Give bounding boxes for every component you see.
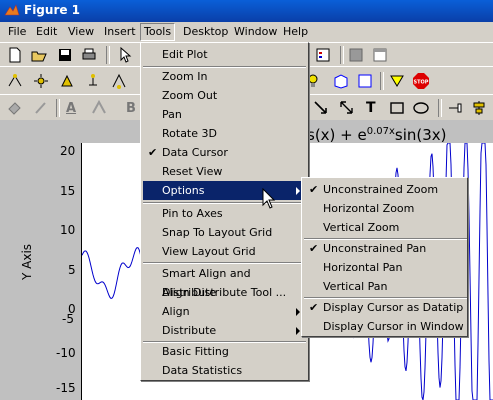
submenu-arrow-icon xyxy=(296,308,300,316)
check-icon: ✔ xyxy=(309,242,319,255)
menu-view[interactable]: View xyxy=(68,25,94,38)
ytick-label: 20 xyxy=(60,144,76,158)
plot-title: s(x) + e0.07xsin(3x) xyxy=(307,126,447,144)
options-submenu: ✔ Unconstrained Zoom Horizontal Zoom Vert… xyxy=(301,177,468,337)
menu-item-zoom-in[interactable]: Zoom In xyxy=(143,67,306,86)
window-title: Figure 1 xyxy=(24,3,81,17)
check-icon: ✔ xyxy=(309,183,319,196)
mouse-cursor-icon xyxy=(262,188,276,209)
save-icon[interactable] xyxy=(56,46,74,64)
matlab-logo-icon xyxy=(4,4,20,16)
dolly-camera-icon[interactable] xyxy=(84,72,102,90)
menu-item-horizontal-pan[interactable]: Horizontal Pan xyxy=(304,258,465,277)
menu-edit[interactable]: Edit xyxy=(36,25,57,38)
menu-desktop[interactable]: Desktop xyxy=(183,25,228,38)
menu-item-snap-to-layout-grid[interactable]: Snap To Layout Grid xyxy=(143,223,306,242)
toolbar-separator xyxy=(106,46,110,64)
orbit-light-icon[interactable] xyxy=(32,72,50,90)
y-axis-label: Y Axis xyxy=(20,243,34,280)
toolbar-separator xyxy=(56,99,60,117)
align-tool-icon[interactable] xyxy=(470,99,488,117)
menu-tools[interactable]: Tools xyxy=(140,23,176,41)
stop-icon[interactable]: STOP xyxy=(412,72,430,90)
check-icon: ✔ xyxy=(148,146,158,159)
menu-file[interactable]: File xyxy=(8,25,26,38)
print-icon[interactable] xyxy=(80,46,98,64)
move-camera-icon[interactable] xyxy=(110,72,128,90)
menu-insert[interactable]: Insert xyxy=(104,25,136,38)
toolbar-separator xyxy=(438,99,442,117)
legend-icon[interactable] xyxy=(314,46,332,64)
menu-item-options[interactable]: Options xyxy=(143,181,306,200)
orbit-camera-icon[interactable] xyxy=(6,72,24,90)
menu-item-unconstrained-zoom[interactable]: ✔ Unconstrained Zoom xyxy=(304,180,465,199)
title-bar: Figure 1 xyxy=(0,0,493,22)
font-icon[interactable] xyxy=(90,99,108,117)
double-arrow-tool-icon[interactable] xyxy=(338,99,356,117)
menu-window[interactable]: Window xyxy=(234,25,277,38)
projection-icon[interactable] xyxy=(332,72,350,90)
camera-motion-icon[interactable] xyxy=(388,72,406,90)
menu-item-zoom-out[interactable]: Zoom Out xyxy=(143,86,306,105)
menu-item-reset-view[interactable]: Reset View xyxy=(143,162,306,181)
plot-title-head: s(x) + e xyxy=(307,126,367,144)
ellipse-tool-icon[interactable] xyxy=(412,99,430,117)
menu-item-vertical-zoom[interactable]: Vertical Zoom xyxy=(304,218,465,237)
ytick-label: 15 xyxy=(60,184,76,198)
edge-color-icon[interactable] xyxy=(32,99,50,117)
plot-title-exponent: 0.07x xyxy=(366,126,395,137)
menu-bar: File Edit View Insert Tools Desktop Wind… xyxy=(0,22,493,42)
menu-item-align-distribute-tool[interactable]: Align Distribute Tool ... xyxy=(143,283,306,302)
ytick-label: -10 xyxy=(56,346,76,360)
menu-item-display-cursor-as-datatip[interactable]: ✔ Display Cursor as Datatip xyxy=(304,298,465,317)
menu-help[interactable]: Help xyxy=(283,25,308,38)
menu-item-vertical-pan[interactable]: Vertical Pan xyxy=(304,277,465,296)
menu-item-data-statistics[interactable]: Data Statistics xyxy=(143,361,306,380)
text-color-tool[interactable]: A xyxy=(66,101,76,116)
menu-item-pan[interactable]: Pan xyxy=(143,105,306,124)
plot-title-tail: sin(3x) xyxy=(394,126,447,144)
tools-menu: Edit Plot Zoom In Zoom Out Pan Rotate 3D… xyxy=(140,42,309,381)
toolbar-separator xyxy=(340,46,344,64)
bold-tool[interactable]: B xyxy=(126,101,136,116)
show-plot-tools-icon[interactable] xyxy=(371,46,389,64)
menu-item-unconstrained-pan[interactable]: ✔ Unconstrained Pan xyxy=(304,239,465,258)
text-tool[interactable]: T xyxy=(366,100,376,116)
menu-item-align[interactable]: Align xyxy=(143,302,306,321)
menu-item-edit-plot[interactable]: Edit Plot xyxy=(143,45,306,64)
submenu-arrow-icon xyxy=(296,187,300,195)
toolbar-separator xyxy=(380,72,384,90)
menu-item-pin-to-axes[interactable]: Pin to Axes xyxy=(143,204,306,223)
edit-plot-arrow-icon[interactable] xyxy=(116,46,134,64)
scene-light-icon[interactable] xyxy=(356,72,374,90)
menu-item-view-layout-grid[interactable]: View Layout Grid xyxy=(143,242,306,261)
arrow-tool-icon[interactable] xyxy=(312,99,330,117)
menu-item-display-cursor-in-window[interactable]: Display Cursor in Window xyxy=(304,317,465,336)
submenu-arrow-icon xyxy=(296,327,300,335)
open-file-icon[interactable] xyxy=(30,46,48,64)
menu-item-horizontal-zoom[interactable]: Horizontal Zoom xyxy=(304,199,465,218)
check-icon: ✔ xyxy=(309,301,319,314)
menu-item-data-cursor[interactable]: ✔ Data Cursor xyxy=(143,143,306,162)
pan-camera-icon[interactable] xyxy=(58,72,76,90)
stop-label: STOP xyxy=(414,80,429,86)
ytick-label: 5 xyxy=(68,263,76,277)
menu-item-distribute[interactable]: Distribute xyxy=(143,321,306,340)
ytick-label: -15 xyxy=(56,381,76,395)
fill-color-icon[interactable] xyxy=(6,99,24,117)
menu-item-smart-align[interactable]: Smart Align and Distribute xyxy=(143,264,306,299)
ytick-label: 10 xyxy=(60,223,76,237)
pin-tool-icon[interactable] xyxy=(446,99,464,117)
new-figure-icon[interactable] xyxy=(6,46,24,64)
menu-item-basic-fitting[interactable]: Basic Fitting xyxy=(143,342,306,361)
ytick-label: -5 xyxy=(62,312,74,326)
rectangle-tool-icon[interactable] xyxy=(388,99,406,117)
hide-plot-tools-icon[interactable] xyxy=(347,46,365,64)
menu-item-rotate-3d[interactable]: Rotate 3D xyxy=(143,124,306,143)
